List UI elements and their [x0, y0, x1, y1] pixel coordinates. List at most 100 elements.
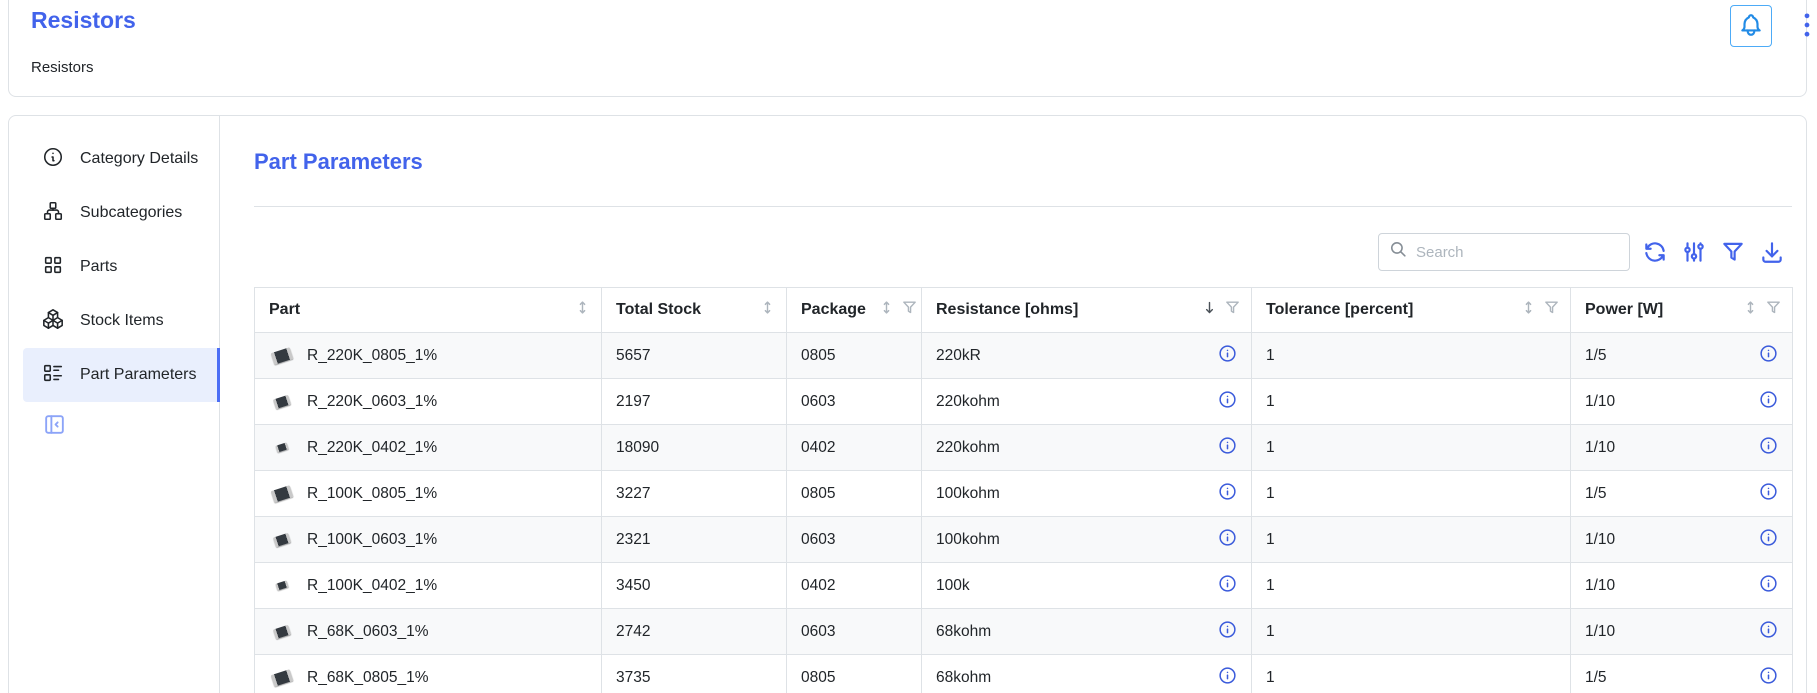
- grid-icon: [42, 254, 64, 281]
- total-stock-value: 2197: [602, 393, 786, 411]
- sidebar-item-subcategories[interactable]: Subcategories: [23, 186, 220, 240]
- info-icon[interactable]: [1759, 344, 1778, 368]
- part-thumbnail: [275, 580, 289, 590]
- sidebar-item-part-parameters[interactable]: Part Parameters: [23, 348, 220, 402]
- search-box: [1378, 233, 1630, 271]
- resistance-value: 100k: [936, 577, 970, 595]
- table-row[interactable]: R_220K_0402_1% 18090 0402 220kohm 1 1/10: [255, 425, 1793, 471]
- table-row[interactable]: R_68K_0603_1% 2742 0603 68kohm 1 1/10: [255, 609, 1793, 655]
- info-icon[interactable]: [1218, 528, 1237, 552]
- table-row[interactable]: R_220K_0805_1% 5657 0805 220kR 1 1/5: [255, 333, 1793, 379]
- column-header-part[interactable]: Part: [255, 288, 602, 333]
- info-icon[interactable]: [1218, 390, 1237, 414]
- package-value: 0402: [787, 439, 921, 457]
- resistance-value: 100kohm: [936, 485, 1000, 503]
- part-parameters-panel: Part Parameters: [254, 116, 1800, 693]
- sort-selector-icon[interactable]: [878, 299, 895, 321]
- sort-selector-icon[interactable]: [1742, 299, 1759, 321]
- info-icon[interactable]: [1218, 574, 1237, 598]
- total-stock-value: 3227: [602, 485, 786, 503]
- download-button[interactable]: [1759, 239, 1785, 265]
- power-value: 1/5: [1585, 347, 1607, 365]
- tolerance-value: 1: [1252, 623, 1570, 641]
- resistance-value: 220kohm: [936, 393, 1000, 411]
- info-icon[interactable]: [1218, 482, 1237, 506]
- overflow-menu-button[interactable]: [1793, 6, 1817, 46]
- sidebar-item-category-details[interactable]: Category Details: [23, 132, 220, 186]
- column-header-resistance[interactable]: Resistance [ohms]: [922, 288, 1252, 333]
- power-value: 1/10: [1585, 439, 1615, 457]
- part-thumbnail: [273, 532, 291, 546]
- sidebar: Category Details Subcategories: [9, 116, 220, 693]
- column-header-total-stock[interactable]: Total Stock: [602, 288, 787, 333]
- notification-button[interactable]: [1730, 5, 1772, 47]
- info-icon[interactable]: [1759, 528, 1778, 552]
- column-filter-icon[interactable]: [1224, 299, 1241, 321]
- part-name: R_68K_0805_1%: [307, 669, 429, 687]
- sidebar-item-label: Category Details: [80, 150, 198, 168]
- panel-divider: [254, 206, 1792, 207]
- page-header: Resistors Resistors: [8, 0, 1807, 97]
- part-name: R_220K_0402_1%: [307, 439, 437, 457]
- sidebar-item-label: Parts: [80, 258, 117, 276]
- sitemap-icon: [42, 200, 64, 227]
- refresh-icon: [1642, 253, 1668, 268]
- part-thumbnail: [275, 442, 289, 452]
- resistance-value: 68kohm: [936, 623, 991, 641]
- column-filter-icon[interactable]: [901, 299, 918, 321]
- column-header-power[interactable]: Power [W]: [1571, 288, 1793, 333]
- table-row[interactable]: R_100K_0402_1% 3450 0402 100k 1 1/10: [255, 563, 1793, 609]
- list-details-icon: [42, 362, 64, 389]
- table-row[interactable]: R_100K_0805_1% 3227 0805 100kohm 1 1/5: [255, 471, 1793, 517]
- info-icon[interactable]: [1759, 390, 1778, 414]
- sort-selector-icon[interactable]: [1520, 299, 1537, 321]
- sidebar-item-stock-items[interactable]: Stock Items: [23, 294, 220, 348]
- part-thumbnail: [273, 394, 291, 408]
- total-stock-value: 18090: [602, 439, 786, 457]
- column-header-package[interactable]: Package: [787, 288, 922, 333]
- info-icon[interactable]: [1218, 344, 1237, 368]
- info-icon[interactable]: [1218, 436, 1237, 460]
- tolerance-value: 1: [1252, 485, 1570, 503]
- table-row[interactable]: R_220K_0603_1% 2197 0603 220kohm 1 1/10: [255, 379, 1793, 425]
- info-icon[interactable]: [1759, 482, 1778, 506]
- package-value: 0402: [787, 577, 921, 595]
- info-icon[interactable]: [1218, 666, 1237, 690]
- tolerance-value: 1: [1252, 531, 1570, 549]
- adjustments-button[interactable]: [1681, 239, 1707, 265]
- total-stock-value: 2742: [602, 623, 786, 641]
- refresh-button[interactable]: [1642, 239, 1668, 265]
- part-thumbnail: [273, 624, 291, 638]
- package-value: 0603: [787, 393, 921, 411]
- info-icon[interactable]: [1759, 436, 1778, 460]
- sort-desc-icon[interactable]: [1201, 299, 1218, 321]
- table-row[interactable]: R_68K_0805_1% 3735 0805 68kohm 1 1/5: [255, 655, 1793, 693]
- column-filter-icon[interactable]: [1765, 299, 1782, 321]
- sidebar-collapse-button[interactable]: [41, 412, 67, 438]
- info-icon[interactable]: [1759, 666, 1778, 690]
- info-icon[interactable]: [1759, 620, 1778, 644]
- column-label: Package: [801, 301, 866, 319]
- filter-button[interactable]: [1720, 239, 1746, 265]
- power-value: 1/5: [1585, 485, 1607, 503]
- bell-icon: [1738, 12, 1764, 41]
- search-input[interactable]: [1416, 244, 1606, 261]
- resistance-value: 220kohm: [936, 439, 1000, 457]
- sidebar-collapse-icon: [42, 425, 67, 440]
- total-stock-value: 3450: [602, 577, 786, 595]
- info-icon[interactable]: [1218, 620, 1237, 644]
- sort-selector-icon[interactable]: [574, 299, 591, 321]
- info-circle-icon: [42, 146, 64, 173]
- adjustments-icon: [1681, 253, 1707, 268]
- info-icon[interactable]: [1759, 574, 1778, 598]
- breadcrumb[interactable]: Resistors: [31, 59, 94, 76]
- total-stock-value: 2321: [602, 531, 786, 549]
- table-row[interactable]: R_100K_0603_1% 2321 0603 100kohm 1 1/10: [255, 517, 1793, 563]
- package-value: 0805: [787, 347, 921, 365]
- column-header-tolerance[interactable]: Tolerance [percent]: [1252, 288, 1571, 333]
- sidebar-item-label: Stock Items: [80, 312, 164, 330]
- column-filter-icon[interactable]: [1543, 299, 1560, 321]
- sort-selector-icon[interactable]: [759, 299, 776, 321]
- tolerance-value: 1: [1252, 393, 1570, 411]
- sidebar-item-parts[interactable]: Parts: [23, 240, 220, 294]
